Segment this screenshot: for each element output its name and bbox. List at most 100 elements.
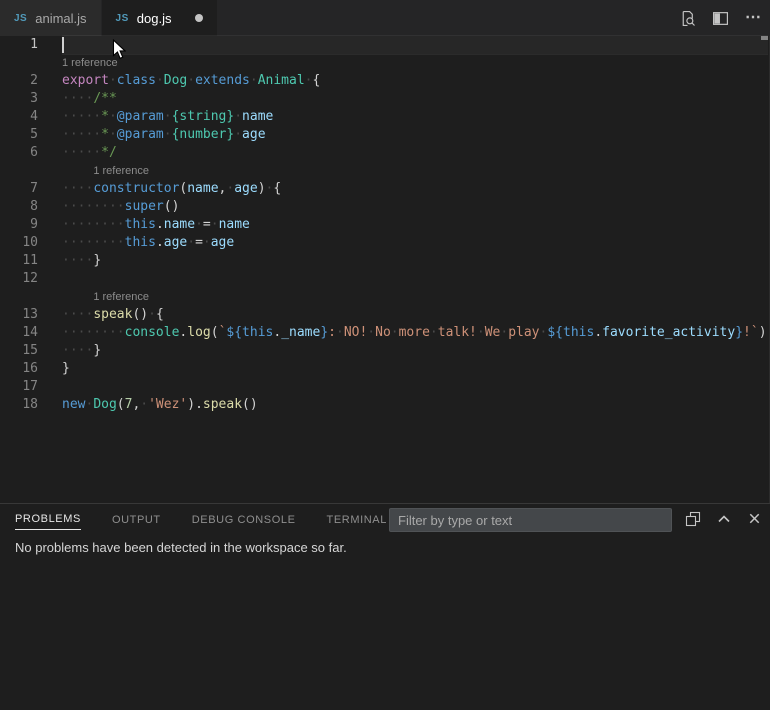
code-lines[interactable]: 11 reference2export·class·Dog·extends·An… xyxy=(0,36,768,414)
code-line-row[interactable]: 10········this.age·=·age xyxy=(0,234,768,252)
tab-dog-js[interactable]: JS dog.js xyxy=(102,0,218,36)
panel-tab-problems[interactable]: PROBLEMS xyxy=(15,507,81,530)
code-token: * xyxy=(101,127,109,142)
codelens-references: 1 reference xyxy=(62,288,768,306)
code-line: ········console.log(`${this._name}:·NO!·… xyxy=(62,324,768,342)
line-number: 2 xyxy=(0,72,38,90)
code-token: · xyxy=(164,127,172,142)
code-line: ········this.name·=·name xyxy=(62,216,768,234)
line-number xyxy=(0,288,38,306)
panel-tab-terminal[interactable]: TERMINAL xyxy=(327,508,387,530)
code-token: this xyxy=(125,235,156,250)
code-token: · xyxy=(156,73,164,88)
panel-header: PROBLEMS OUTPUT DEBUG CONSOLE TERMINAL xyxy=(0,504,770,533)
code-token: ${ xyxy=(226,325,242,340)
code-token: _name xyxy=(281,325,320,340)
code-token: } xyxy=(93,253,101,268)
code-token: · xyxy=(305,73,313,88)
code-line-row[interactable]: 16} xyxy=(0,360,768,378)
code-token: } xyxy=(62,361,70,376)
bottom-panel: PROBLEMS OUTPUT DEBUG CONSOLE TERMINAL xyxy=(0,503,770,710)
code-token: @param xyxy=(117,109,164,124)
code-token: ····· xyxy=(62,127,101,142)
code-line-row[interactable]: 7····constructor(name,·age)·{ xyxy=(0,180,768,198)
code-token: · xyxy=(140,397,148,412)
code-token: . xyxy=(594,325,602,340)
code-line: ·····*/ xyxy=(62,144,768,162)
close-panel-icon[interactable] xyxy=(747,511,762,526)
code-token: { xyxy=(273,181,281,196)
tab-animal-js[interactable]: JS animal.js xyxy=(0,0,102,36)
collapse-all-icon[interactable] xyxy=(685,511,701,527)
code-line-row[interactable]: 13····speak()·{ xyxy=(0,306,768,324)
code-token: age xyxy=(242,127,265,142)
code-token: export xyxy=(62,73,109,88)
split-editor-icon[interactable] xyxy=(712,10,729,27)
code-token: . xyxy=(156,217,164,232)
codelens-row[interactable]: 1 reference xyxy=(0,54,768,72)
code-token: : xyxy=(328,325,336,340)
code-line-row[interactable]: 17 xyxy=(0,378,768,396)
code-token: · xyxy=(391,325,399,340)
code-line-row[interactable]: 11····} xyxy=(0,252,768,270)
line-number: 12 xyxy=(0,270,38,288)
line-number xyxy=(0,54,38,72)
panel-tab-debug-console[interactable]: DEBUG CONSOLE xyxy=(192,508,296,530)
code-line: new·Dog(7,·'Wez').speak() xyxy=(62,396,768,414)
code-line-row[interactable]: 4·····*·@param·{string}·name xyxy=(0,108,768,126)
code-token: super xyxy=(125,199,164,214)
code-token: = xyxy=(195,235,203,250)
code-token: console xyxy=(125,325,180,340)
code-line-row[interactable]: 5·····*·@param·{number}·age xyxy=(0,126,768,144)
codelens-row[interactable]: 1 reference xyxy=(0,162,768,180)
problems-filter-input[interactable] xyxy=(389,508,672,532)
unsaved-changes-dot-icon[interactable] xyxy=(195,14,203,22)
code-line xyxy=(62,36,768,54)
code-token: · xyxy=(234,109,242,124)
code-editor[interactable]: 11 reference2export·class·Dog·extends·An… xyxy=(0,36,770,503)
code-token: () xyxy=(132,307,148,322)
code-token: extends xyxy=(195,73,250,88)
codelens-row[interactable]: 1 reference xyxy=(0,288,768,306)
code-token: name xyxy=(187,181,218,196)
problems-status-message: No problems have been detected in the wo… xyxy=(15,540,347,555)
code-token: speak xyxy=(93,307,132,322)
code-line-row[interactable]: 3····/** xyxy=(0,90,768,108)
code-line-row[interactable]: 12 xyxy=(0,270,768,288)
panel-tab-output[interactable]: OUTPUT xyxy=(112,508,161,530)
code-token: We xyxy=(485,325,501,340)
line-number: 3 xyxy=(0,90,38,108)
code-token: talk! xyxy=(438,325,477,340)
code-line-row[interactable]: 2export·class·Dog·extends·Animal·{ xyxy=(0,72,768,90)
file-search-icon[interactable] xyxy=(679,10,696,27)
code-line-row[interactable]: 1 xyxy=(0,36,768,54)
code-line-row[interactable]: 6·····*/ xyxy=(0,144,768,162)
code-line-row[interactable]: 15····} xyxy=(0,342,768,360)
code-line-row[interactable]: 14········console.log(`${this._name}:·NO… xyxy=(0,324,768,342)
code-token: · xyxy=(109,127,117,142)
editor-action-icons: ⋯ xyxy=(679,0,762,36)
code-token: ····· xyxy=(62,109,101,124)
maximize-panel-icon[interactable] xyxy=(716,511,732,527)
code-token: ····· xyxy=(62,145,101,160)
code-token: · xyxy=(336,325,344,340)
code-line-row[interactable]: 9········this.name·=·name xyxy=(0,216,768,234)
code-token: speak xyxy=(203,397,242,412)
code-token: Dog xyxy=(164,73,187,88)
more-actions-icon[interactable]: ⋯ xyxy=(745,0,762,36)
code-token: log xyxy=(187,325,210,340)
code-token: ···· xyxy=(62,253,93,268)
line-number: 18 xyxy=(0,396,38,414)
line-number xyxy=(0,162,38,180)
code-token: class xyxy=(117,73,156,88)
code-token: . xyxy=(156,235,164,250)
code-token: NO! xyxy=(344,325,367,340)
line-number: 1 xyxy=(0,36,38,54)
code-token: ) xyxy=(187,397,195,412)
code-token: { xyxy=(156,307,164,322)
code-line: ····speak()·{ xyxy=(62,306,768,324)
code-line-row[interactable]: 18 new·Dog(7,·'Wez').speak() xyxy=(0,396,768,414)
code-line-row[interactable]: 8········super() xyxy=(0,198,768,216)
code-token: !` xyxy=(743,325,759,340)
code-line: ········super() xyxy=(62,198,768,216)
